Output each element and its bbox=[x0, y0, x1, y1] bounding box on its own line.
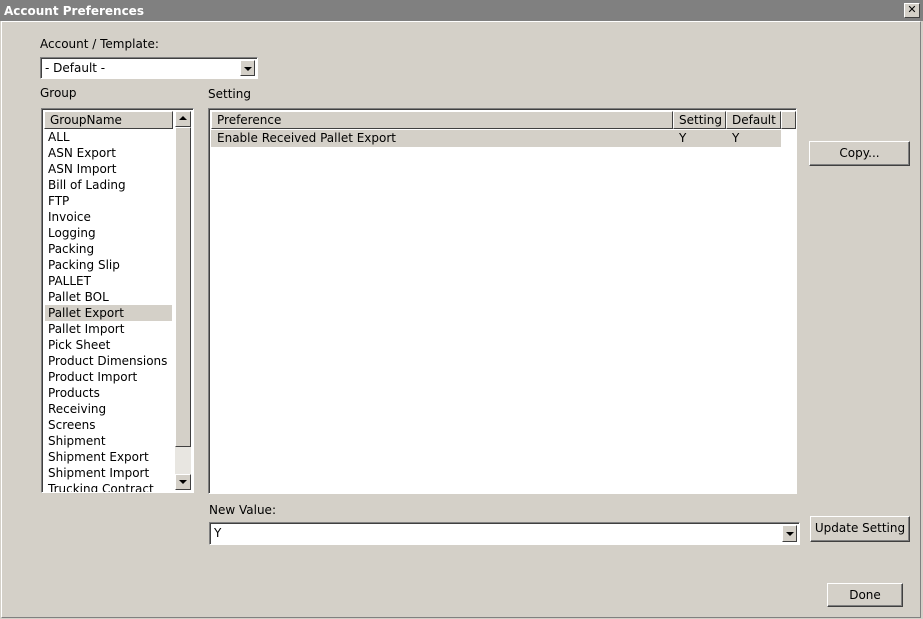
title-bar: Account Preferences ✕ bbox=[0, 0, 923, 21]
row-default: Y bbox=[732, 131, 740, 145]
group-scrollbar[interactable] bbox=[175, 111, 191, 490]
close-icon[interactable]: ✕ bbox=[904, 3, 920, 18]
new-value-value: Y bbox=[214, 526, 222, 540]
scroll-up-button[interactable] bbox=[175, 111, 191, 127]
preference-column-header[interactable]: Preference bbox=[211, 111, 673, 129]
chevron-down-icon bbox=[244, 67, 252, 71]
group-item[interactable]: Pallet BOL bbox=[45, 289, 172, 305]
dropdown-arrow-button[interactable] bbox=[782, 525, 797, 542]
group-item[interactable]: Receiving bbox=[45, 401, 172, 417]
setting-column-header[interactable]: Setting bbox=[673, 111, 726, 129]
row-preference: Enable Received Pallet Export bbox=[217, 131, 397, 145]
column-header-filler bbox=[781, 111, 796, 129]
scroll-down-button[interactable] bbox=[175, 474, 191, 490]
group-item[interactable]: Shipment Import bbox=[45, 465, 172, 481]
group-item[interactable]: FTP bbox=[45, 193, 172, 209]
new-value-dropdown[interactable]: Y bbox=[209, 522, 800, 545]
group-item[interactable]: Bill of Lading bbox=[45, 177, 172, 193]
group-item[interactable]: PALLET bbox=[45, 273, 172, 289]
account-template-value: - Default - bbox=[45, 61, 106, 75]
group-item[interactable]: ASN Export bbox=[45, 145, 172, 161]
chevron-down-icon bbox=[179, 480, 187, 484]
groupname-column-header[interactable]: GroupName bbox=[44, 111, 173, 129]
setting-label: Setting bbox=[208, 87, 251, 101]
scroll-thumb[interactable] bbox=[175, 127, 191, 447]
group-list[interactable]: GroupName ALL ASN Export ASN Import Bill of… bbox=[41, 108, 194, 493]
setting-table[interactable]: Preference Setting Default Enable Receiv… bbox=[208, 108, 797, 494]
group-label: Group bbox=[40, 86, 77, 100]
group-item[interactable]: Pick Sheet bbox=[45, 337, 172, 353]
group-item[interactable]: Invoice bbox=[45, 209, 172, 225]
group-item[interactable]: Shipment bbox=[45, 433, 172, 449]
group-item[interactable]: Logging bbox=[45, 225, 172, 241]
account-template-dropdown[interactable]: - Default - bbox=[40, 57, 258, 79]
group-item[interactable]: Trucking Contract bbox=[45, 481, 172, 492]
group-item[interactable]: Product Import bbox=[45, 369, 172, 385]
table-row[interactable]: Enable Received Pallet Export Y Y bbox=[211, 130, 781, 147]
group-item[interactable]: Screens bbox=[45, 417, 172, 433]
row-setting: Y bbox=[679, 131, 687, 145]
group-item[interactable]: Shipment Export bbox=[45, 449, 172, 465]
group-item[interactable]: Pallet Import bbox=[45, 321, 172, 337]
group-item[interactable]: ALL bbox=[45, 129, 172, 145]
window-title: Account Preferences bbox=[4, 4, 144, 18]
group-item[interactable]: Pallet Export bbox=[45, 305, 172, 321]
account-template-label: Account / Template: bbox=[40, 37, 159, 51]
group-item[interactable]: Packing Slip bbox=[45, 257, 172, 273]
chevron-down-icon bbox=[786, 532, 794, 536]
group-item[interactable]: Packing bbox=[45, 241, 172, 257]
group-item[interactable]: Products bbox=[45, 385, 172, 401]
group-item[interactable]: ASN Import bbox=[45, 161, 172, 177]
copy-button[interactable]: Copy... bbox=[809, 141, 910, 166]
done-button[interactable]: Done bbox=[827, 583, 903, 607]
group-item[interactable]: Product Dimensions bbox=[45, 353, 172, 369]
chevron-up-icon bbox=[179, 116, 187, 120]
dropdown-arrow-button[interactable] bbox=[240, 60, 255, 76]
default-column-header[interactable]: Default bbox=[726, 111, 781, 129]
new-value-label: New Value: bbox=[209, 503, 276, 517]
update-setting-button[interactable]: Update Setting bbox=[810, 516, 910, 542]
